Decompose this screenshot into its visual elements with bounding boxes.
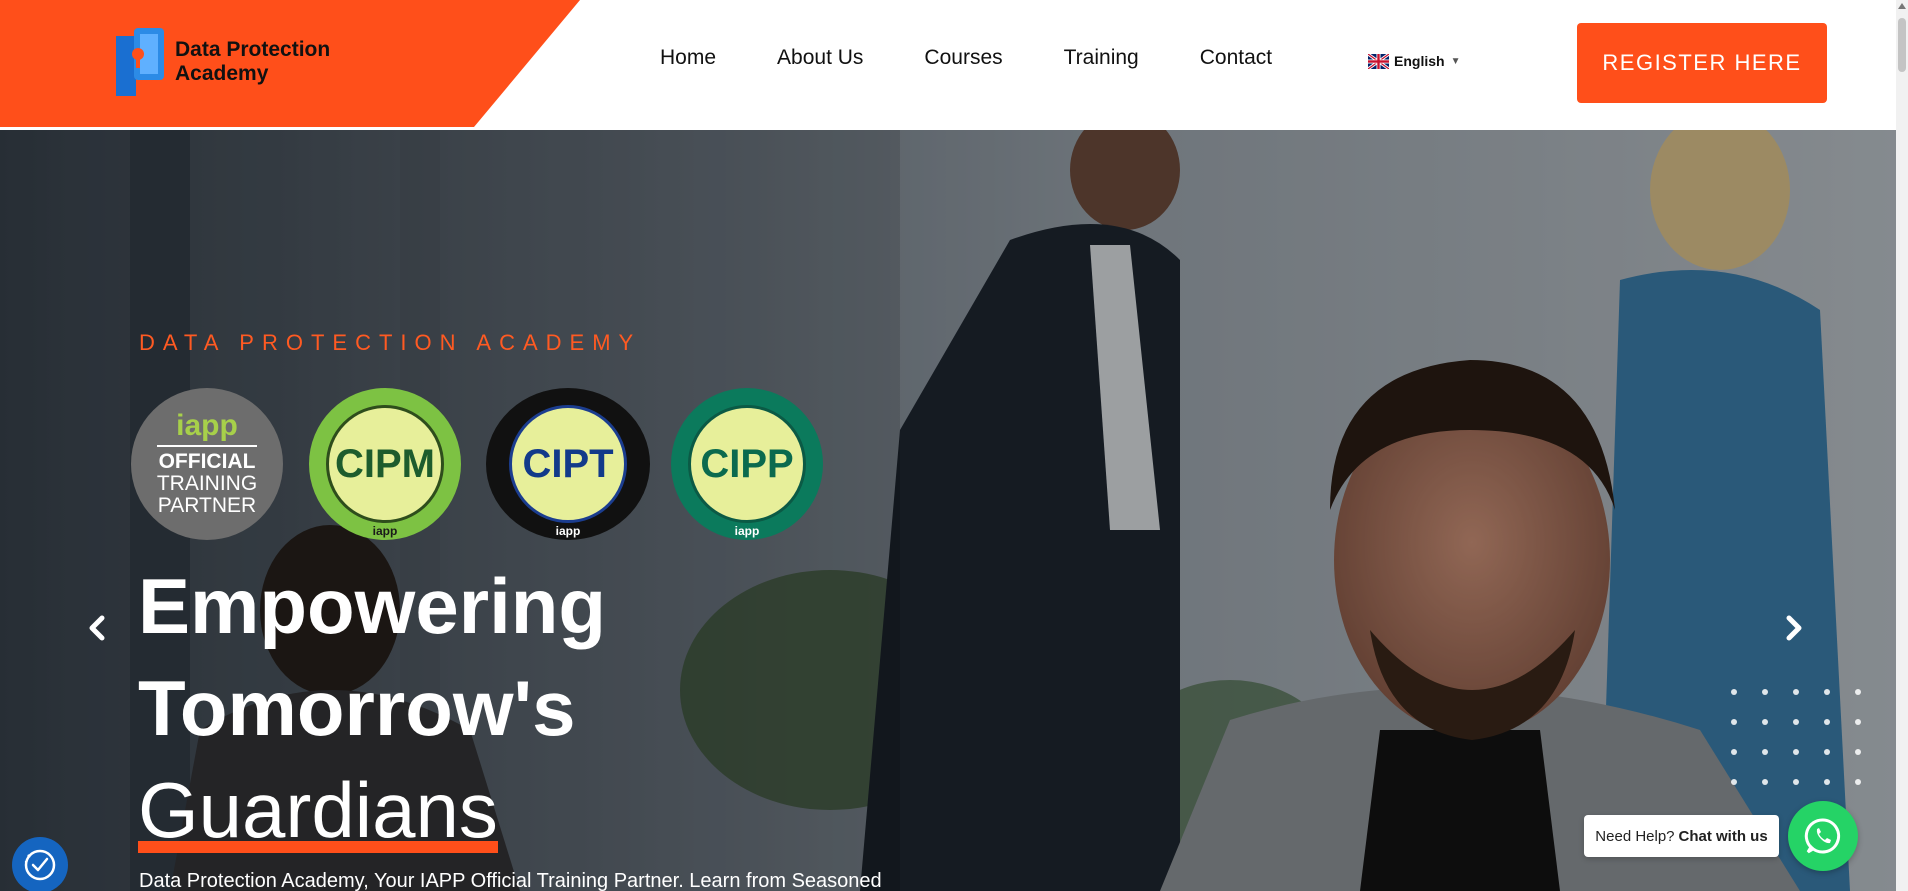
iapp-badge-logo: iapp (176, 409, 238, 442)
cipp-badge: CIPP iapp (671, 388, 823, 540)
help-action: Chat with us (1678, 827, 1768, 845)
iapp-badge-line3: PARTNER (157, 494, 257, 517)
nav-home[interactable]: Home (660, 46, 716, 70)
logo-text: Data Protection Academy (175, 38, 330, 86)
hero-eyebrow: DATA PROTECTION ACADEMY (139, 330, 642, 355)
iapp-partner-badge: iapp OFFICIAL TRAINING PARTNER (131, 388, 283, 540)
language-label: English (1394, 53, 1445, 69)
nav-contact[interactable]: Contact (1200, 46, 1272, 70)
whatsapp-icon (1804, 818, 1841, 854)
headline-line2: Tomorrow's (138, 664, 576, 752)
register-button[interactable]: REGISTER HERE (1577, 23, 1827, 103)
caret-down-icon: ▼ (1450, 55, 1461, 67)
logo-line2: Academy (175, 62, 269, 85)
cipp-badge-inner: CIPP (688, 405, 806, 523)
cipm-badge-code: CIPM (335, 441, 435, 486)
cipt-badge-code: CIPT (522, 441, 614, 486)
chevron-right-icon[interactable] (1773, 608, 1813, 648)
cipm-badge-inner: CIPM (326, 405, 444, 523)
page-scrollbar[interactable] (1896, 0, 1908, 891)
decorative-dot-grid (1731, 689, 1861, 785)
cipp-badge-footer: iapp (734, 524, 760, 538)
cipt-badge-footer: iapp (555, 524, 581, 538)
cookie-consent-button[interactable] (12, 837, 68, 891)
nav-courses[interactable]: Courses (924, 46, 1002, 70)
hero-subtext: Data Protection Academy, Your IAPP Offic… (139, 870, 882, 891)
headline-line3-text: Guardians (138, 766, 498, 854)
nav-about-us[interactable]: About Us (777, 46, 863, 70)
language-selector[interactable]: English ▼ (1368, 53, 1460, 69)
certification-badges: iapp OFFICIAL TRAINING PARTNER CIPM iapp… (131, 388, 831, 544)
cipm-badge-footer: iapp (372, 524, 398, 538)
whatsapp-chat-button[interactable] (1788, 801, 1858, 871)
main-nav: Home About Us Courses Training Contact (660, 46, 1333, 70)
iapp-badge-line2: TRAINING (156, 472, 258, 495)
cipp-badge-code: CIPP (700, 441, 794, 486)
logo-area[interactable]: Data Protection Academy (0, 0, 580, 127)
hero-headline: Empowering Tomorrow's Guardians (138, 555, 606, 861)
scrollbar-thumb[interactable] (1898, 18, 1906, 72)
badge-divider (157, 445, 257, 447)
cipt-badge: CIPT iapp (486, 388, 650, 540)
iapp-badge-line1: OFFICIAL (158, 450, 256, 473)
cipm-badge: CIPM iapp (309, 388, 461, 540)
cipt-badge-inner: CIPT (509, 405, 627, 523)
cookie-settings-icon (24, 849, 56, 881)
logo-icon (116, 28, 164, 96)
scroll-up-arrow-icon[interactable] (1898, 3, 1906, 9)
chat-help-bubble[interactable]: Need Help? Chat with us (1584, 815, 1779, 857)
nav-training[interactable]: Training (1064, 46, 1139, 70)
site-header: Data Protection Academy Home About Us Co… (0, 0, 1896, 130)
headline-line1: Empowering (138, 562, 607, 650)
logo-line1: Data Protection (175, 38, 331, 61)
help-prefix: Need Help? (1595, 827, 1675, 845)
hero-slider: DATA PROTECTION ACADEMY iapp OFFICIAL TR… (0, 130, 1896, 891)
uk-flag-icon (1368, 53, 1389, 69)
chevron-left-icon[interactable] (78, 608, 118, 648)
headline-line3: Guardians (138, 759, 498, 861)
